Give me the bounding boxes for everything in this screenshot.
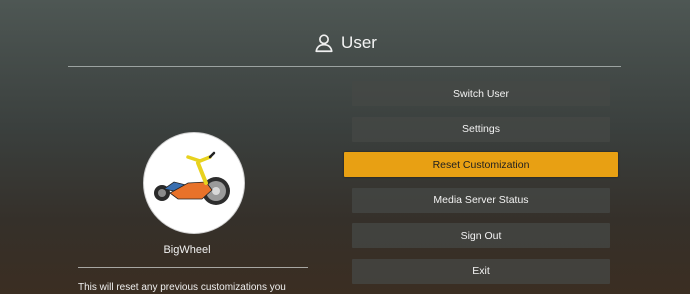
switch-user-button[interactable]: Switch User (352, 81, 610, 106)
exit-button[interactable]: Exit (352, 258, 610, 284)
page-title: User (341, 33, 377, 52)
tricycle-icon (154, 151, 230, 205)
settings-button[interactable]: Settings (352, 116, 610, 142)
header: User (0, 28, 690, 58)
username: BigWheel (163, 244, 211, 256)
profile-divider (78, 267, 308, 268)
user-icon (315, 34, 333, 53)
avatar (143, 132, 245, 234)
user-menu: Switch User Settings Reset Customization… (344, 81, 618, 294)
media-server-status-button[interactable]: Media Server Status (352, 187, 610, 213)
reset-description: This will reset any previous customizati… (78, 282, 286, 293)
header-divider (68, 66, 621, 67)
reset-customization-button[interactable]: Reset Customization (344, 152, 618, 177)
sign-out-button[interactable]: Sign Out (352, 223, 610, 248)
